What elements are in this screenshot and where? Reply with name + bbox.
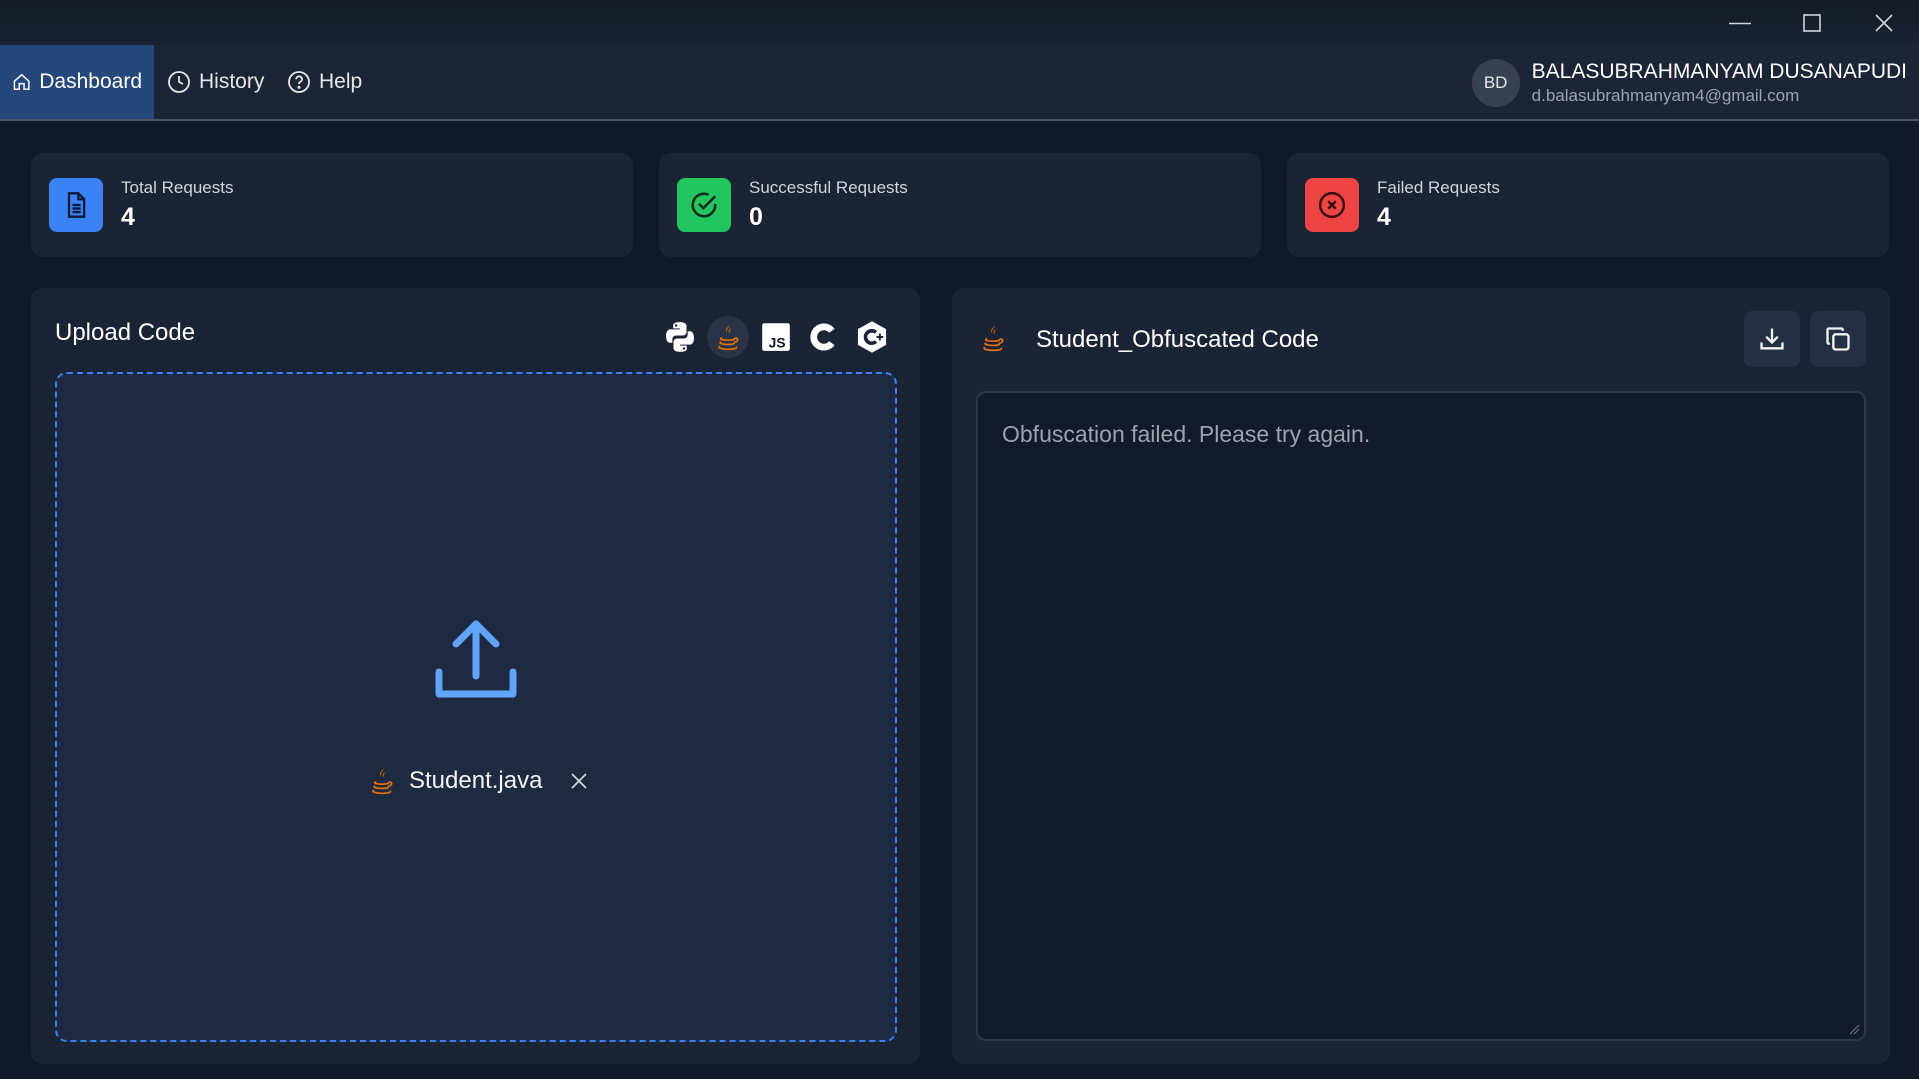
- stat-card-failed: Failed Requests 4: [1287, 153, 1889, 257]
- close-icon: [1875, 13, 1893, 32]
- title-bar: [0, 0, 1919, 45]
- maximize-icon: [1803, 13, 1821, 32]
- maximize-button[interactable]: [1776, 0, 1848, 45]
- avatar: BD: [1471, 59, 1520, 107]
- resize-handle-icon[interactable]: [1848, 1023, 1860, 1035]
- clock-icon: [168, 71, 190, 93]
- python-icon: [666, 322, 694, 352]
- output-text: Obfuscation failed. Please try again.: [1002, 421, 1371, 447]
- nav-item-label: Dashboard: [39, 70, 142, 93]
- language-java[interactable]: [707, 316, 749, 358]
- upload-panel: Upload Code JS Student.java: [31, 288, 920, 1064]
- stat-value: 4: [121, 203, 135, 231]
- stat-value: 4: [1377, 203, 1391, 231]
- java-icon: [718, 323, 739, 351]
- remove-file-button[interactable]: [566, 768, 592, 794]
- javascript-icon: JS: [762, 323, 790, 351]
- help-circle-icon: [288, 71, 310, 93]
- nav-item-history[interactable]: History: [155, 45, 276, 119]
- stat-icon-successful: [677, 178, 731, 232]
- svg-text:JS: JS: [769, 335, 786, 351]
- language-cpp[interactable]: [851, 316, 893, 358]
- minimize-icon: [1729, 22, 1751, 24]
- copy-button[interactable]: [1810, 311, 1866, 367]
- nav-item-label: History: [199, 70, 265, 93]
- cpp-icon: [857, 321, 887, 353]
- java-icon: [372, 767, 393, 795]
- java-icon: [983, 324, 1004, 352]
- file-dropzone[interactable]: Student.java: [55, 372, 897, 1042]
- stat-icon-total: [49, 178, 103, 232]
- home-icon: [13, 73, 30, 90]
- close-button[interactable]: [1848, 0, 1919, 45]
- nav-item-help[interactable]: Help: [275, 45, 374, 119]
- output-textarea[interactable]: Obfuscation failed. Please try again.: [976, 391, 1866, 1041]
- download-button[interactable]: [1744, 311, 1800, 367]
- x-circle-icon: [1318, 191, 1346, 219]
- upload-icon: [435, 620, 517, 698]
- stat-label: Total Requests: [121, 178, 234, 197]
- language-c[interactable]: [803, 316, 845, 358]
- nav-item-label: Help: [319, 70, 363, 93]
- nav-bar: Dashboard History Help BD BALASUBRAHMANY…: [0, 45, 1919, 121]
- copy-icon: [1826, 327, 1850, 351]
- stat-card-total: Total Requests 4: [31, 153, 633, 257]
- selected-file-chip: Student.java: [341, 740, 613, 822]
- stat-label: Failed Requests: [1377, 178, 1500, 197]
- stat-value: 0: [749, 203, 763, 231]
- check-circle-icon: [691, 192, 717, 218]
- stat-card-successful: Successful Requests 0: [659, 153, 1261, 257]
- stat-label: Successful Requests: [749, 178, 908, 197]
- output-title: Student_Obfuscated Code: [1036, 326, 1319, 353]
- close-icon: [571, 773, 588, 789]
- user-profile[interactable]: BD BALASUBRAHMANYAM DUSANAPUDI d.balasub…: [1471, 55, 1907, 111]
- stat-icon-failed: [1305, 178, 1359, 232]
- download-icon: [1760, 328, 1784, 350]
- minimize-button[interactable]: [1704, 0, 1776, 45]
- nav-item-dashboard[interactable]: Dashboard: [0, 45, 154, 119]
- file-name: Student.java: [409, 767, 543, 794]
- output-panel: Student_Obfuscated Code Obfuscation fail…: [952, 288, 1890, 1064]
- document-icon: [67, 192, 86, 218]
- language-javascript[interactable]: JS: [755, 316, 797, 358]
- upload-title: Upload Code: [55, 319, 196, 346]
- user-email: d.balasubrahmanyam4@gmail.com: [1531, 86, 1800, 105]
- c-icon: [810, 323, 835, 351]
- language-python[interactable]: [659, 316, 701, 358]
- language-selector: JS: [659, 312, 893, 362]
- user-name: BALASUBRAHMANYAM DUSANAPUDI: [1531, 60, 1907, 83]
